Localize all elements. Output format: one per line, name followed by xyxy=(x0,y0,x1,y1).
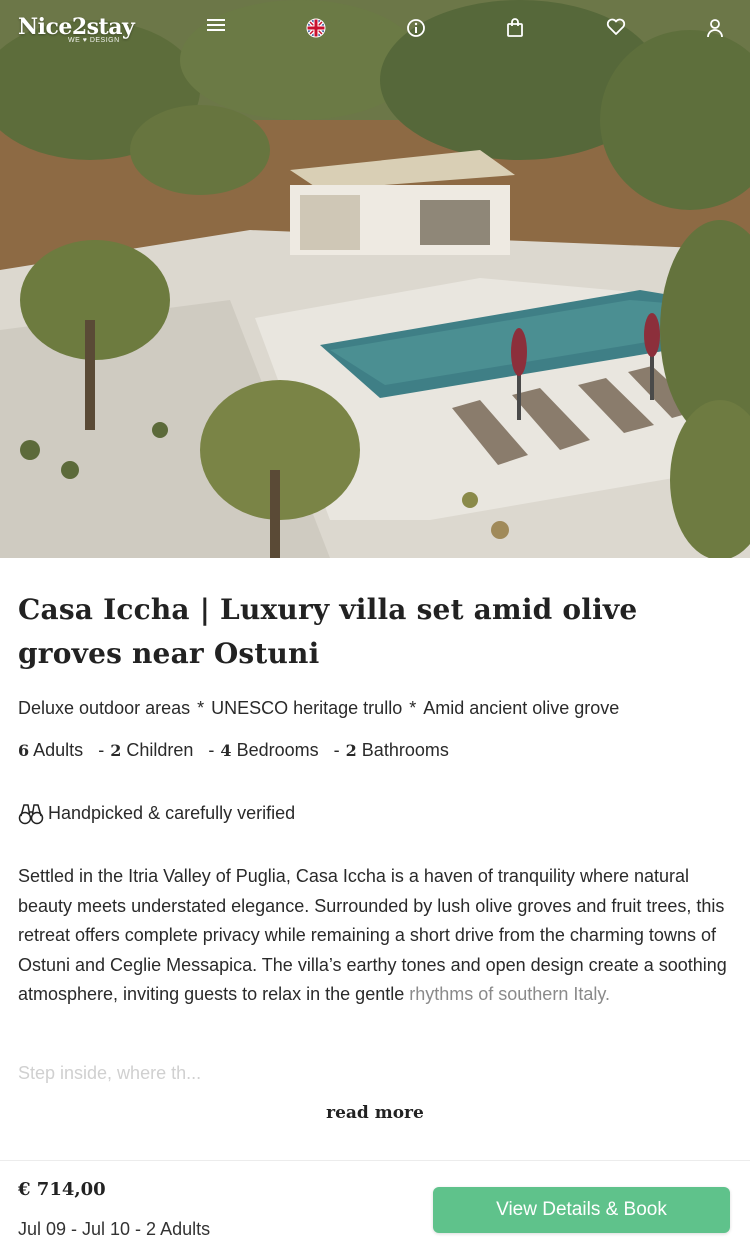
villa-pool-photo xyxy=(0,0,750,558)
feature-item: UNESCO heritage trullo xyxy=(211,698,403,718)
logo-tagline: WE ♥ DESIGN xyxy=(68,37,120,44)
heart-icon[interactable] xyxy=(606,18,630,42)
bathrooms-label: Bathrooms xyxy=(361,740,449,760)
children-count: 2 xyxy=(110,741,122,760)
price: € 714,00 xyxy=(18,1179,106,1200)
verified-text: Handpicked & carefully verified xyxy=(48,802,296,823)
feature-list: Deluxe outdoor areas * UNESCO heritage tru… xyxy=(18,698,619,719)
adults-count: 6 xyxy=(18,741,30,760)
view-details-book-button[interactable]: View Details & Book xyxy=(433,1187,730,1233)
feature-item: Amid ancient olive grove xyxy=(423,698,620,718)
adults-label: Adults xyxy=(33,740,84,760)
description-preview: Step inside, where th... xyxy=(18,1063,202,1083)
booking-dates[interactable]: Jul 09 - Jul 10 - 2 Adults xyxy=(18,1219,210,1240)
feature-item: Deluxe outdoor areas xyxy=(18,698,191,718)
bedrooms-count: 4 xyxy=(220,741,232,760)
user-icon[interactable] xyxy=(706,18,730,42)
capacity-summary: 6 Adults -2 Children -4 Bedrooms -2 Bath… xyxy=(18,740,449,760)
booking-bar: € 714,00 Jul 09 - Jul 10 - 2 Adults View… xyxy=(0,1160,750,1258)
bag-icon[interactable] xyxy=(506,18,530,42)
feature-separator: * xyxy=(409,698,417,718)
bedrooms-label: Bedrooms xyxy=(236,740,319,760)
top-navigation: Nice2stay WE ♥ DESIGN xyxy=(0,0,750,60)
children-label: Children xyxy=(126,740,194,760)
description-text: Settled in the Itria Valley of Puglia, C… xyxy=(18,866,727,1004)
description-fade-text: rhythms of southern Italy. xyxy=(409,984,611,1004)
binoculars-icon xyxy=(18,804,44,825)
uk-flag-icon[interactable] xyxy=(306,18,330,42)
description: Settled in the Itria Valley of Puglia, C… xyxy=(18,862,733,1010)
read-more-link[interactable]: read more xyxy=(0,1103,750,1123)
bathrooms-count: 2 xyxy=(345,741,357,760)
feature-separator: * xyxy=(197,698,205,718)
info-icon[interactable] xyxy=(406,18,430,42)
verified-badge: Handpicked & carefully verified xyxy=(18,800,295,826)
hero-image[interactable]: Nice2stay WE ♥ DESIGN xyxy=(0,0,750,558)
listing-title: Casa Iccha | Luxury villa set amid olive… xyxy=(18,593,638,670)
menu-icon[interactable] xyxy=(207,18,231,42)
